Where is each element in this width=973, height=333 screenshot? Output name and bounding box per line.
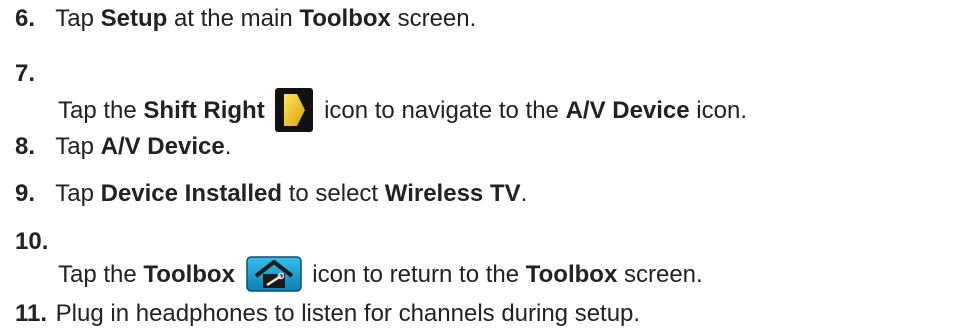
step-text: Tap xyxy=(55,133,101,160)
step-number: 6. xyxy=(15,5,36,32)
step-text: icon. xyxy=(689,97,748,124)
step-8: 8. Tap A/V Device. xyxy=(15,133,231,161)
step-bold: Toolbox xyxy=(525,261,618,288)
step-text: Tap xyxy=(55,180,101,207)
step-bold: Device Installed xyxy=(100,180,283,207)
step-text: . xyxy=(224,133,232,160)
step-bold: Wireless TV xyxy=(384,180,521,207)
step-text: Tap xyxy=(55,5,101,32)
step-text: at the main xyxy=(167,5,300,32)
step-number: 9. xyxy=(15,180,36,207)
step-6: 6. Tap Setup at the main Toolbox screen. xyxy=(15,5,476,33)
step-text: screen. xyxy=(617,261,703,288)
step-10-number: 10. xyxy=(15,228,49,255)
step-number: 11. xyxy=(15,300,48,327)
step-text: icon to navigate to the xyxy=(324,97,566,124)
step-bold: Shift Right xyxy=(143,97,265,124)
step-10: Tap the Toolbox icon to return to the To… xyxy=(58,256,703,292)
step-bold: Toolbox xyxy=(299,5,391,32)
step-text: . xyxy=(520,180,528,207)
step-text: icon to return to the xyxy=(312,261,526,288)
step-7: Tap the Shift Right icon to navigate to … xyxy=(58,88,747,132)
step-text: to select xyxy=(282,180,385,207)
step-bold: A/V Device xyxy=(100,133,225,160)
toolbox-icon xyxy=(245,256,302,292)
step-text: screen. xyxy=(390,5,477,32)
step-bold: A/V Device xyxy=(565,97,690,124)
step-bold: Setup xyxy=(100,5,168,32)
step-number: 8. xyxy=(15,133,36,160)
step-11: 11. Plug in headphones to listen for cha… xyxy=(15,300,640,328)
step-9: 9. Tap Device Installed to select Wirele… xyxy=(15,180,527,208)
step-text: Tap the xyxy=(58,261,144,288)
step-bold: Toolbox xyxy=(143,261,235,288)
step-text: Tap the xyxy=(58,97,144,124)
shift-right-icon xyxy=(275,88,314,132)
step-7-number: 7. xyxy=(15,60,36,87)
step-text: Plug in headphones to listen for channel… xyxy=(55,300,641,327)
